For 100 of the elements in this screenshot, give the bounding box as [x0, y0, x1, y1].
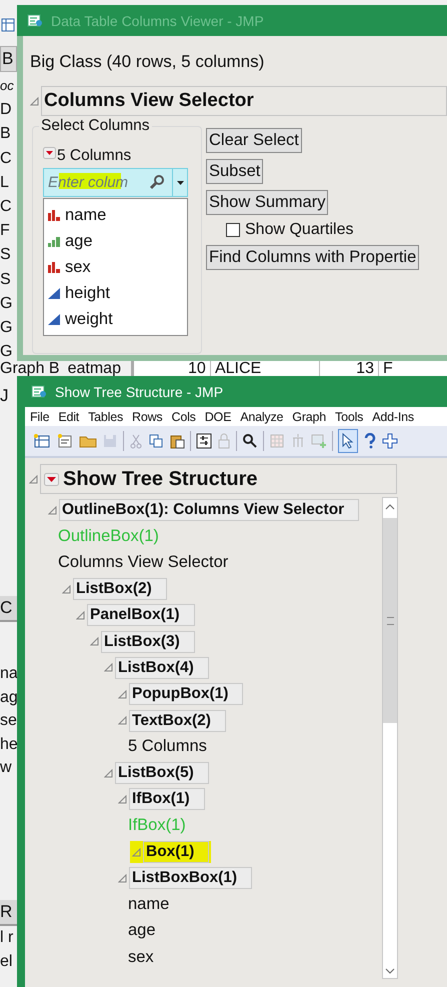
- text-fragment: el: [0, 952, 14, 972]
- popup-menu-icon[interactable]: [44, 472, 59, 486]
- column-name-fragment[interactable]: ag: [0, 686, 17, 709]
- column-list-item[interactable]: name: [48, 202, 187, 228]
- menu-item[interactable]: Analyze: [240, 410, 284, 424]
- pointer-icon: [342, 433, 354, 449]
- action-button[interactable]: Clear Select: [206, 128, 302, 153]
- disclosure-icon[interactable]: [76, 610, 85, 620]
- disclosure-icon[interactable]: [48, 506, 57, 515]
- columns-icon[interactable]: [290, 433, 306, 449]
- column-list-item[interactable]: weight: [48, 306, 187, 332]
- triangle-icon: [48, 288, 60, 298]
- disclosure-icon[interactable]: [118, 690, 127, 699]
- menu-item[interactable]: Tools: [335, 410, 364, 424]
- caret-icon: [176, 180, 184, 184]
- list-item-fragment[interactable]: oc: [0, 74, 17, 98]
- app-name-fragment: J: [0, 386, 8, 406]
- list-item-fragment[interactable]: G: [0, 292, 17, 316]
- copy-icon[interactable]: [148, 433, 164, 449]
- lock-icon[interactable]: [217, 433, 231, 449]
- action-button[interactable]: Subset: [206, 159, 264, 184]
- grid-icon[interactable]: [269, 433, 285, 449]
- crosshair-icon[interactable]: [382, 433, 398, 449]
- menu-item[interactable]: File: [30, 410, 50, 424]
- new-script-icon[interactable]: [56, 433, 74, 449]
- scissors-icon[interactable]: [129, 433, 143, 449]
- paste-icon[interactable]: [169, 433, 185, 449]
- disclosure-icon[interactable]: [118, 874, 127, 883]
- list-item-fragment[interactable]: S: [0, 243, 17, 268]
- ordinal-bars-icon: [48, 236, 60, 246]
- window-title: Show Tree Structure - JMP: [55, 384, 224, 400]
- table-cell-text: F: [382, 360, 394, 378]
- menu-item[interactable]: Cols: [172, 410, 196, 424]
- column-name-fragment[interactable]: he: [0, 732, 17, 756]
- scroll-thumb[interactable]: [383, 518, 397, 723]
- list-item-fragment[interactable]: C: [0, 195, 17, 220]
- column-name-fragment[interactable]: na: [0, 662, 17, 686]
- column-name-fragment[interactable]: w: [0, 756, 17, 780]
- column-name-fragment[interactable]: se: [0, 709, 17, 732]
- scroll-up-icon[interactable]: [385, 504, 395, 510]
- list-item-fragment[interactable]: S: [0, 268, 17, 292]
- menu-item[interactable]: Rows: [132, 410, 162, 424]
- column-list-item[interactable]: sex: [48, 254, 187, 280]
- new-table-icon[interactable]: [33, 433, 51, 449]
- help-icon[interactable]: [363, 433, 377, 449]
- outline-header[interactable]: Columns View Selector: [41, 86, 447, 116]
- column-count: 5 Columns: [57, 147, 132, 165]
- menu-item[interactable]: Tables: [88, 410, 124, 424]
- nominal-bars-icon: [48, 262, 60, 272]
- list-item-fragment[interactable]: G: [0, 316, 17, 340]
- dialog-icon[interactable]: [196, 433, 212, 449]
- nominal-bars-icon: [48, 210, 60, 220]
- list-item-fragment[interactable]: L: [0, 170, 17, 196]
- tab-fragment[interactable]: B: [0, 46, 17, 72]
- popup-menu-icon[interactable]: [43, 147, 56, 159]
- disclosure-icon[interactable]: [90, 637, 99, 646]
- disclosure-icon[interactable]: [62, 584, 71, 594]
- list-item-fragment[interactable]: D: [0, 98, 17, 122]
- disclosure-icon[interactable]: [118, 716, 127, 726]
- box-type-label: IfBox(1): [128, 816, 186, 836]
- app-icon: [31, 384, 47, 398]
- app-icon: [27, 14, 43, 28]
- scrollbar[interactable]: [382, 497, 398, 979]
- scroll-down-icon[interactable]: [385, 968, 395, 974]
- disclosure-icon[interactable]: [30, 96, 39, 106]
- disclosure-icon[interactable]: [118, 794, 127, 804]
- pointer-tool-button[interactable]: [338, 429, 358, 453]
- tree-text: 5 Columns: [128, 737, 207, 756]
- tree-text: age: [128, 921, 156, 940]
- list-item-fragment[interactable]: B: [0, 122, 17, 147]
- menu-item[interactable]: Edit: [58, 410, 80, 424]
- list-item-fragment[interactable]: eatmap: [68, 360, 121, 378]
- menu-item[interactable]: Add-Ins: [372, 410, 414, 424]
- table-icon[interactable]: [1, 18, 15, 32]
- column-list-item[interactable]: height: [48, 280, 187, 306]
- disclosure-icon[interactable]: [104, 663, 113, 672]
- list-item-fragment[interactable]: C: [0, 146, 17, 171]
- tree-node[interactable]: Box(1): [130, 841, 212, 863]
- add-chart-icon[interactable]: [311, 433, 327, 449]
- disclosure-icon[interactable]: [29, 474, 38, 484]
- dropdown-button[interactable]: [172, 169, 187, 196]
- menu-item[interactable]: DOE: [204, 410, 232, 424]
- list-item-fragment[interactable]: Graph B: [0, 360, 60, 378]
- text-fragment: l r: [0, 928, 14, 948]
- list-item-fragment[interactable]: F: [0, 219, 17, 244]
- menu-item[interactable]: Graph: [292, 410, 326, 424]
- action-button[interactable]: Find Columns with Propertie: [206, 245, 420, 270]
- checkbox-option[interactable]: Show Quartiles: [226, 221, 354, 239]
- disclosure-icon[interactable]: [104, 768, 113, 778]
- disclosure-icon[interactable]: [132, 848, 141, 856]
- search-icon[interactable]: [242, 433, 258, 449]
- action-button[interactable]: Show Summary: [206, 190, 328, 215]
- report-title: Show Tree Structure: [63, 468, 258, 490]
- tree-text: Columns View Selector: [58, 553, 228, 572]
- outline-header[interactable]: Show Tree Structure: [40, 464, 397, 494]
- tree-text: name: [128, 895, 170, 914]
- column-list-item[interactable]: age: [48, 228, 187, 254]
- search-icon[interactable]: [149, 174, 165, 190]
- window-title: Data Table Columns Viewer - JMP: [51, 12, 264, 28]
- tree-text: sex: [128, 948, 154, 967]
